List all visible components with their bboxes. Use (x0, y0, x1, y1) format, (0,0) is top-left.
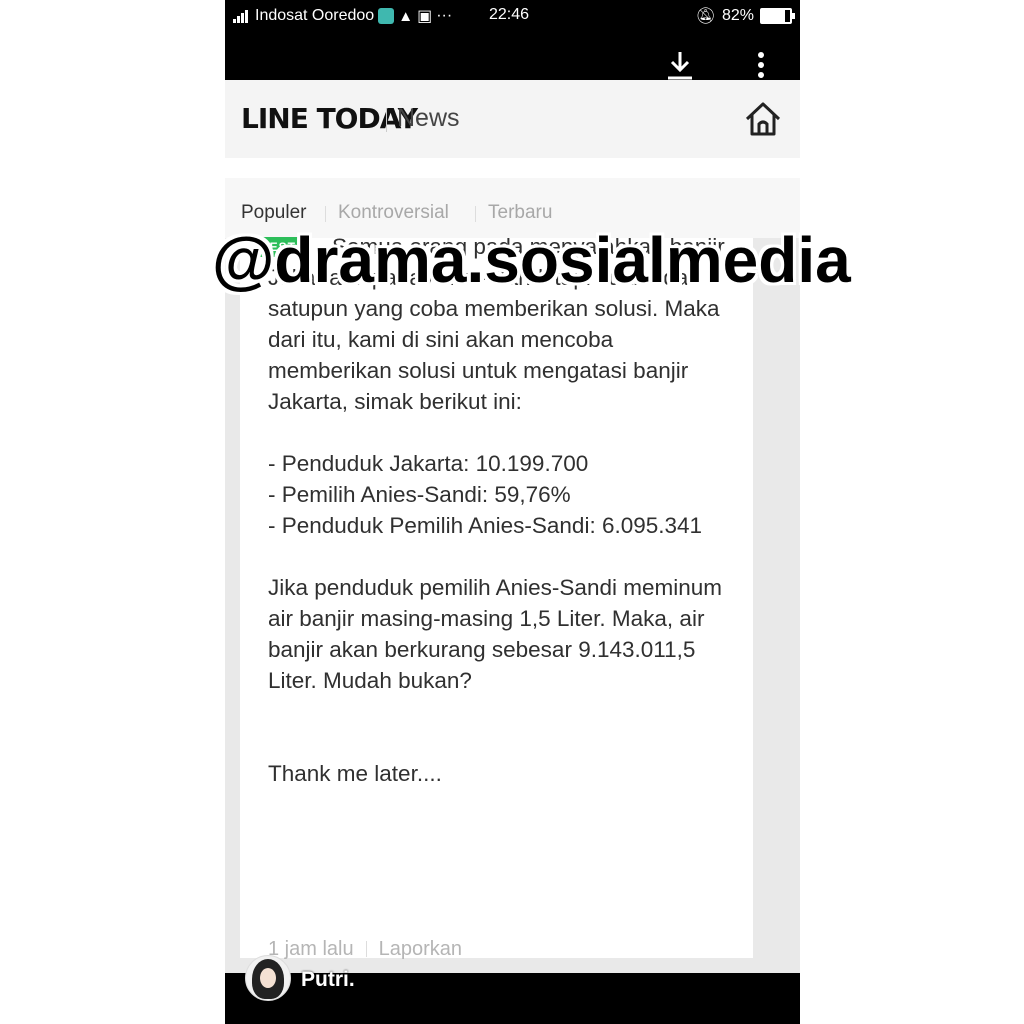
header-divider (386, 108, 387, 132)
brand-logo[interactable]: LINE TODAY (241, 102, 418, 135)
comment-paragraph: Jika penduduk pemilih Anies-Sandi meminu… (268, 575, 722, 693)
image-icon: ▣ (417, 8, 433, 25)
carrier-name: Indosat Ooredoo (255, 7, 375, 24)
download-icon[interactable] (665, 48, 695, 82)
signal-icon (233, 9, 251, 23)
comment-closing: Thank me later.... (268, 761, 442, 786)
app-content: LINE TODAY News Populer Kontroversial Te… (225, 80, 800, 973)
home-icon[interactable] (743, 100, 783, 138)
comment-time: 1 jam lalu (268, 938, 354, 960)
battery-icon (760, 8, 795, 24)
report-link[interactable]: Laporkan (379, 938, 462, 960)
meta-divider (365, 941, 367, 957)
warning-icon: ▲ (398, 7, 414, 25)
comment-body: Semua orang pada menyalahkan banjir Jaka… (268, 231, 738, 789)
watermark-text: @drama.sosialmedia (212, 224, 851, 296)
more-vertical-icon[interactable] (751, 50, 771, 82)
status-time: 22:46 (489, 6, 530, 23)
tab-divider (325, 206, 326, 222)
phone-screen: Indosat Ooredoo ▲ ▣ ··· 22:46 🔕︎ 82% LIN… (225, 0, 800, 1024)
tab-populer[interactable]: Populer (241, 202, 307, 224)
chat-notification-icon (378, 8, 395, 24)
comment-list-item: - Penduduk Pemilih Anies-Sandi: 6.095.34… (268, 513, 703, 538)
battery-percent: 82% (721, 7, 754, 24)
status-bar: Indosat Ooredoo ▲ ▣ ··· 22:46 🔕︎ 82% (225, 0, 800, 32)
header-spacer (225, 158, 800, 178)
tab-kontroversial[interactable]: Kontroversial (338, 202, 449, 224)
avatar[interactable] (245, 955, 291, 1001)
section-title: News (397, 104, 460, 132)
status-left: Indosat Ooredoo ▲ ▣ ··· (233, 6, 452, 26)
comment-meta: 1 jam lalu Laporkan (268, 938, 462, 961)
status-right: 🔕︎ 82% (695, 6, 795, 26)
app-header: LINE TODAY News (225, 80, 800, 158)
more-dots-icon: ··· (436, 7, 453, 24)
tab-divider (475, 206, 476, 222)
tab-terbaru[interactable]: Terbaru (488, 202, 552, 224)
comment-list-item: - Penduduk Jakarta: 10.199.700 (268, 451, 589, 476)
commenter-username[interactable]: Putri. (301, 968, 355, 992)
mute-icon: 🔕︎ (695, 8, 716, 25)
comment-list-item: - Pemilih Anies-Sandi: 59,76% (268, 482, 571, 507)
